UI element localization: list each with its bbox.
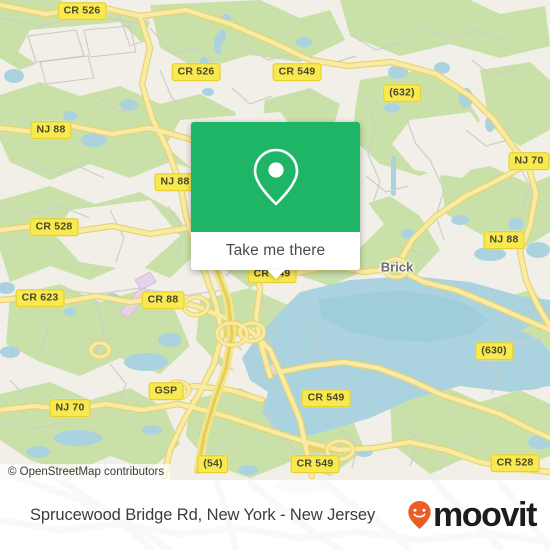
moovit-smiley-pin-icon	[408, 501, 431, 529]
road-shield: (630)	[475, 342, 513, 360]
card-action-footer[interactable]: Take me there	[191, 232, 360, 279]
road-shield: CR 88	[141, 291, 185, 309]
road-shield: CR 526	[57, 2, 107, 20]
road-shield: CR 528	[29, 218, 79, 236]
moovit-map-page: CR 526 CR 526 CR 549 (632) NJ 88 NJ 70 NJ 88 NJ…	[0, 0, 550, 550]
road-shield: CR 528	[490, 454, 540, 472]
road-shield: CR 549	[290, 455, 340, 473]
card-pin-header	[191, 122, 360, 232]
road-shield: NJ 88	[483, 231, 525, 249]
attribution-text: © OpenStreetMap contributors	[8, 466, 165, 478]
take-me-there-label: Take me there	[225, 242, 326, 259]
road-shield: NJ 70	[508, 152, 550, 170]
road-shield: NJ 70	[49, 399, 91, 417]
road-shield: CR 526	[171, 63, 221, 81]
page-footer: Sprucewood Bridge Rd, New York - New Jer…	[0, 480, 550, 550]
place-label: Brick	[380, 259, 414, 275]
road-shield: (54)	[197, 455, 229, 473]
card-pointer-tail	[266, 270, 285, 279]
moovit-wordmark: moovit	[432, 496, 537, 534]
road-shield: CR 623	[15, 289, 65, 307]
road-shield: CR 549	[301, 389, 351, 407]
road-shield: NJ 88	[154, 173, 196, 191]
road-shield: NJ 88	[30, 121, 72, 139]
location-info-card[interactable]: Take me there	[191, 122, 360, 279]
location-title: Sprucewood Bridge Rd, New York - New Jer…	[30, 505, 376, 524]
map-viewport[interactable]: CR 526 CR 526 CR 549 (632) NJ 88 NJ 70 NJ 88 NJ…	[0, 0, 550, 480]
road-shield: GSP	[148, 382, 184, 400]
moovit-brand[interactable]: moovit	[407, 496, 537, 534]
map-attribution[interactable]: © OpenStreetMap contributors	[0, 464, 171, 480]
map-pin-icon	[253, 148, 298, 206]
road-shield: (632)	[383, 84, 421, 102]
road-shield: CR 549	[272, 63, 322, 81]
